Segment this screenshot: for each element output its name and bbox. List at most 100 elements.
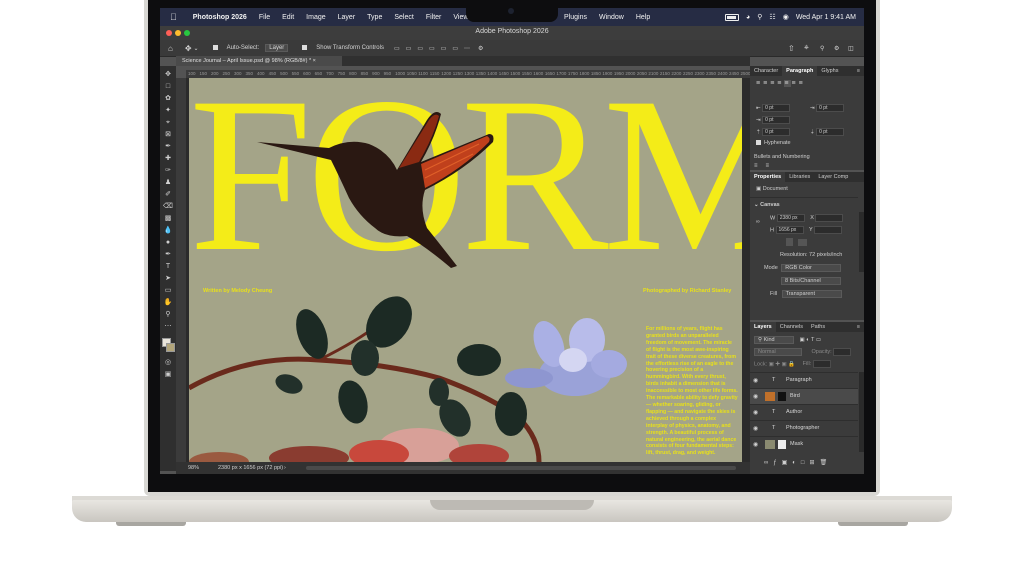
layers-panel-menu-icon[interactable]: ≡ [853, 322, 864, 332]
tab-character[interactable]: Character [750, 66, 782, 76]
mode-dropdown[interactable]: RGB Color [781, 264, 842, 272]
layer-row[interactable]: ◉ Mask [750, 436, 858, 452]
frame-tool-icon[interactable]: ⊠ [163, 130, 173, 140]
control-center-icon[interactable]: ☷ [769, 13, 775, 21]
search-panel-icon[interactable]: ⚲ [820, 45, 824, 52]
horizontal-scrollbar[interactable] [306, 466, 736, 470]
crop-tool-icon[interactable]: ⌖ [163, 118, 173, 128]
auto-select-dropdown[interactable]: Layer [265, 44, 289, 52]
menu-window[interactable]: Window [593, 14, 630, 21]
brush-tool-icon[interactable]: ✑ [163, 166, 173, 176]
path-select-tool-icon[interactable]: ➤ [163, 274, 173, 284]
document-canvas[interactable]: FORM Written by Melody Cheung Photograph… [189, 78, 742, 462]
share-icon[interactable]: ⇧ [788, 44, 795, 53]
quick-mask-icon[interactable]: ◎ [163, 358, 173, 368]
menu-filter[interactable]: Filter [420, 14, 448, 21]
tab-layer-comps[interactable]: Layer Comp [814, 172, 852, 182]
tab-layers[interactable]: Layers [750, 322, 776, 332]
properties-scrollbar[interactable] [859, 212, 864, 272]
background-color-swatch[interactable] [166, 343, 175, 352]
wifi-icon[interactable]: ◕ [746, 14, 750, 21]
workspace-icon[interactable]: ◫ [848, 45, 854, 52]
fill-dropdown[interactable]: Transparent [781, 290, 842, 298]
opacity-field[interactable] [833, 348, 852, 356]
filter-pixel-icon[interactable]: ▣ [800, 337, 805, 343]
shape-tool-icon[interactable]: ▭ [163, 286, 173, 296]
tab-properties[interactable]: Properties [750, 172, 786, 182]
apple-icon[interactable]:  [160, 12, 187, 22]
panel-menu-icon[interactable]: ≡ [853, 66, 864, 76]
zoom-tool-icon[interactable]: ⚲ [163, 310, 173, 320]
lasso-tool-icon[interactable]: ✿ [163, 94, 173, 104]
discover-icon[interactable]: ⚙ [834, 45, 839, 52]
move-tool-dropdown-icon[interactable]: ⌄ [194, 45, 199, 52]
menu-help[interactable]: Help [630, 14, 656, 21]
eye-icon[interactable]: ◉ [753, 377, 758, 384]
fx-icon[interactable]: ƒ [773, 460, 781, 466]
first-line-field[interactable]: ⇥ 0 pt [756, 116, 791, 124]
layer-row[interactable]: ◉ T Photographer [750, 420, 858, 436]
menu-image[interactable]: Image [300, 14, 331, 21]
battery-icon[interactable] [725, 13, 740, 21]
tab-channels[interactable]: Channels [776, 322, 807, 332]
eye-icon[interactable]: ◉ [753, 441, 758, 448]
canvas-section[interactable]: ⌄ Canvas [754, 202, 780, 208]
type-tool-icon[interactable]: T [163, 262, 173, 272]
blend-mode-dropdown[interactable]: Normal [754, 348, 802, 357]
link-dimensions-icon[interactable]: ∞ [756, 219, 760, 225]
hyphenate-checkbox[interactable]: Hyphenate [756, 140, 791, 146]
landscape-icon[interactable] [797, 239, 807, 246]
align-middle-icon[interactable]: ▭ [441, 45, 447, 52]
zoom-level[interactable]: 98% [188, 462, 199, 474]
hand-tool-icon[interactable]: ✋ [163, 298, 173, 308]
status-arrow-icon[interactable]: › [284, 462, 286, 474]
space-after-field[interactable]: ⇣ 0 pt [810, 128, 845, 136]
menu-select[interactable]: Select [388, 14, 419, 21]
eye-icon[interactable]: ◉ [753, 425, 758, 432]
menu-plugins[interactable]: Plugins [558, 14, 593, 21]
learn-icon[interactable]: ⎈ [804, 45, 809, 52]
align-center-icon[interactable]: ▭ [406, 45, 412, 52]
add-mask-icon[interactable]: ▣ [782, 460, 793, 466]
tab-libraries[interactable]: Libraries [785, 172, 814, 182]
justify-all-icon[interactable]: ≡ [799, 80, 806, 87]
bit-depth-dropdown[interactable]: 8 Bits/Channel [781, 277, 841, 285]
menu-layer[interactable]: Layer [332, 14, 362, 21]
fill-opacity-field[interactable] [812, 360, 831, 368]
eyedropper-tool-icon[interactable]: ✒ [163, 142, 173, 152]
justify-right-icon[interactable]: ≡ [791, 80, 798, 87]
align-top-icon[interactable]: ▭ [429, 45, 435, 52]
tab-glyphs[interactable]: Glyphs [817, 66, 842, 76]
layers-scrollbar[interactable] [859, 372, 864, 452]
history-brush-icon[interactable]: ✐ [163, 190, 173, 200]
height-field[interactable]: 1656 px [775, 226, 804, 234]
eye-icon[interactable]: ◉ [753, 409, 758, 416]
stamp-tool-icon[interactable]: ♟ [163, 178, 173, 188]
blur-tool-icon[interactable]: 💧 [163, 226, 173, 236]
width-field[interactable]: 2380 px [776, 214, 805, 222]
healing-tool-icon[interactable]: ✚ [163, 154, 173, 164]
menu-edit[interactable]: Edit [276, 14, 300, 21]
y-field[interactable] [814, 226, 843, 234]
auto-select-checkbox[interactable]: Auto-Select: [207, 44, 259, 51]
settings-icon[interactable]: ⚙ [478, 45, 483, 52]
adjustment-icon[interactable]: ◐ [792, 460, 801, 466]
indent-left-field[interactable]: ⇤ 0 pt [756, 104, 791, 112]
portrait-icon[interactable] [786, 238, 793, 246]
object-select-tool-icon[interactable]: ✦ [163, 106, 173, 116]
move-tool-icon[interactable]: ✥ [163, 70, 173, 80]
x-field[interactable] [815, 214, 844, 222]
filter-shape-icon[interactable]: ▭ [816, 337, 821, 343]
document-size[interactable]: 2380 px x 1656 px (72 ppi) [218, 462, 283, 474]
menubar-clock[interactable]: Wed Apr 1 9:41 AM [796, 14, 856, 21]
kind-filter-dropdown[interactable]: ⚲ Kind [754, 336, 794, 344]
edit-toolbar-icon[interactable]: ⋯ [163, 322, 173, 332]
new-group-icon[interactable]: □ [801, 460, 810, 466]
layer-row[interactable]: ◉ T Author [750, 404, 858, 420]
marquee-tool-icon[interactable]: □ [163, 82, 173, 92]
space-before-field[interactable]: ⇡ 0 pt [756, 128, 791, 136]
pen-tool-icon[interactable]: ✒ [163, 250, 173, 260]
transform-controls-checkbox[interactable]: Show Transform Controls [296, 44, 384, 51]
align-right-icon[interactable]: ▭ [417, 45, 423, 52]
link-layers-icon[interactable]: ∞ [764, 460, 773, 466]
